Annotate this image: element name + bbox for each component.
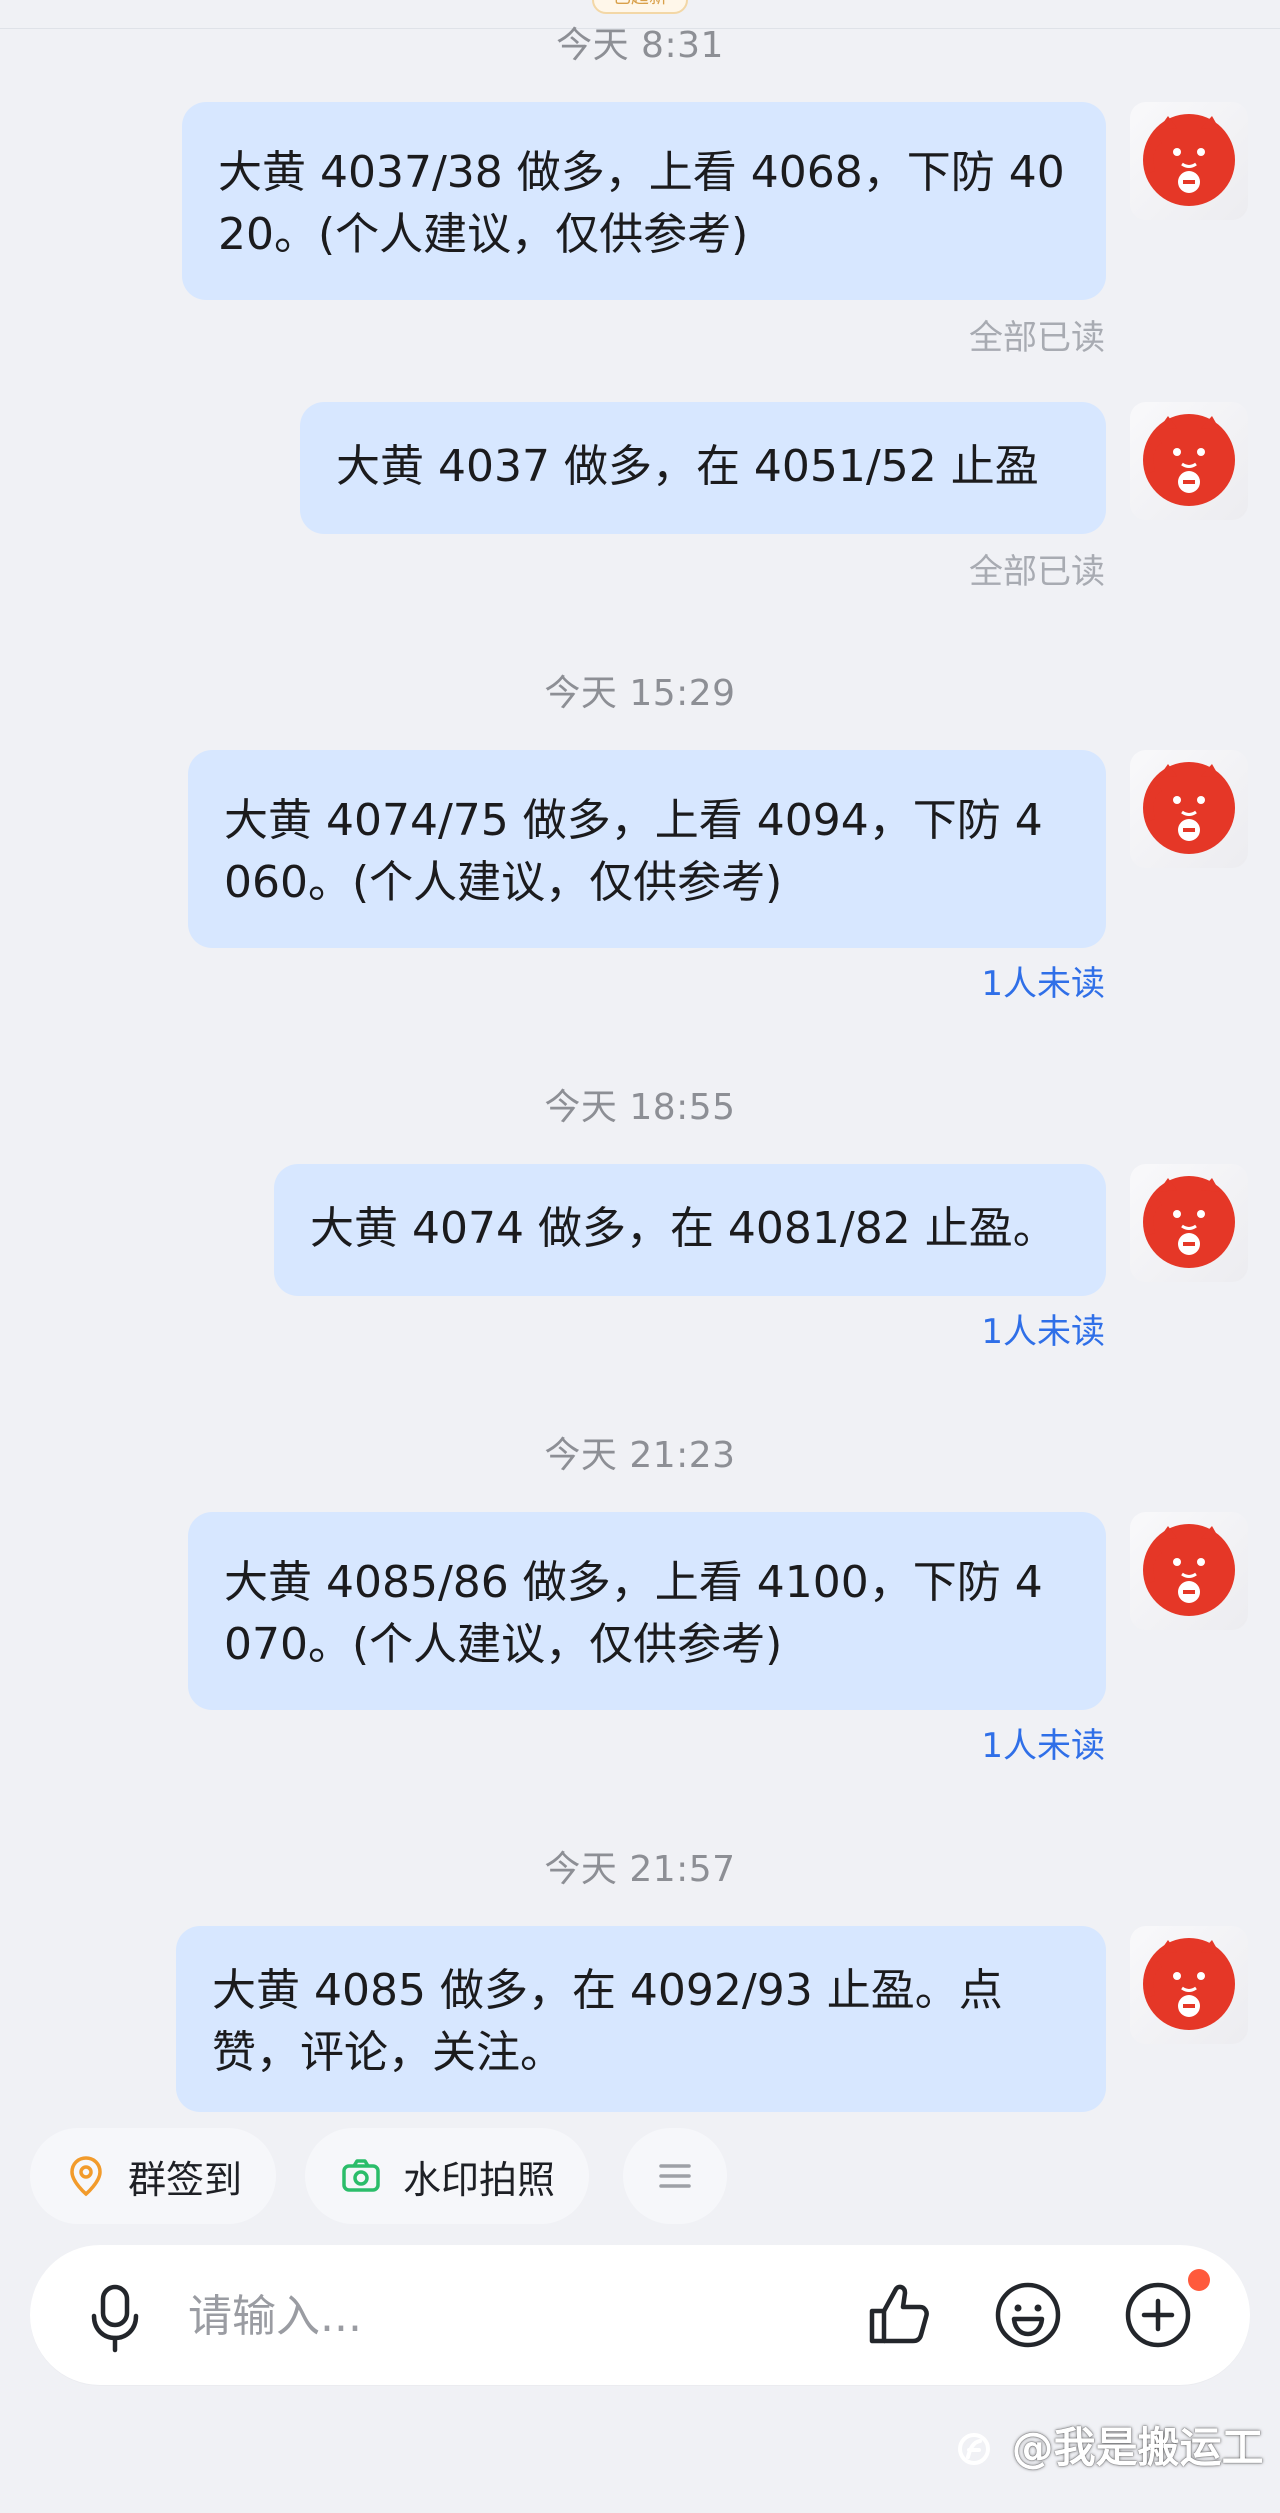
message-timestamp: 今天 18:55	[544, 1087, 736, 1128]
sender-avatar[interactable]	[1130, 1512, 1248, 1630]
watermark-photo-button[interactable]: 水印拍照	[305, 2128, 590, 2224]
watermark-text: @我是搬运工	[1011, 2423, 1264, 2472]
sender-avatar[interactable]	[1130, 402, 1248, 520]
message-bubble[interactable]: 大黄 4074/75 做多，上看 4094，下防 4060。(个人建议，仅供参考…	[188, 750, 1106, 948]
unread-status[interactable]: 1人未读	[981, 1312, 1105, 1352]
message-bubble[interactable]: 大黄 4085 做多，在 4092/93 止盈。点赞，评论，关注。	[176, 1926, 1106, 2112]
message-bubble[interactable]: 大黄 4074 做多，在 4081/82 止盈。	[274, 1164, 1106, 1296]
sender-avatar[interactable]	[1130, 102, 1248, 220]
plus-circle-icon[interactable]	[1122, 2279, 1194, 2351]
lucky-cat-avatar-icon	[1143, 114, 1235, 206]
sender-avatar[interactable]	[1130, 1926, 1248, 2044]
lucky-cat-avatar-icon	[1143, 1176, 1235, 1268]
message-bubble[interactable]: 大黄 4037/38 做多，上看 4068，下防 4020。(个人建议，仅供参考…	[182, 102, 1106, 300]
unread-status[interactable]: 1人未读	[981, 964, 1105, 1004]
notification-dot	[1188, 2269, 1210, 2291]
message-timestamp: 今天 21:23	[544, 1435, 736, 1476]
header-badge: 已超新	[592, 0, 688, 14]
lucky-cat-avatar-icon	[1143, 762, 1235, 854]
message-input[interactable]	[186, 2273, 850, 2359]
group-check-in-button[interactable]: 群签到	[30, 2128, 277, 2224]
microphone-icon[interactable]	[84, 2283, 146, 2353]
watermark: @我是搬运工	[955, 2414, 1264, 2475]
sender-avatar[interactable]	[1130, 1164, 1248, 1282]
location-pin-icon	[70, 2156, 102, 2197]
read-status: 全部已读	[969, 552, 1105, 592]
message-timestamp: 今天 15:29	[544, 673, 736, 714]
more-actions-button[interactable]	[623, 2128, 727, 2224]
emoji-icon[interactable]	[992, 2279, 1064, 2351]
read-status: 全部已读	[969, 318, 1105, 358]
message-bubble[interactable]: 大黄 4085/86 做多，上看 4100，下防 4070。(个人建议，仅供参考…	[188, 1512, 1106, 1710]
message-timestamp: 今天 21:57	[544, 1849, 736, 1890]
thumbs-up-icon[interactable]	[862, 2279, 934, 2351]
message-timestamp: 今天 8:31	[556, 25, 724, 66]
lucky-cat-avatar-icon	[1143, 1524, 1235, 1616]
message-composer	[30, 2245, 1250, 2385]
message-bubble[interactable]: 大黄 4037 做多，在 4051/52 止盈	[300, 402, 1106, 534]
group-check-in-label: 群签到	[128, 2157, 243, 2202]
lucky-cat-avatar-icon	[1143, 1938, 1235, 2030]
unread-status[interactable]: 1人未读	[981, 1726, 1105, 1766]
watermark-photo-label: 水印拍照	[403, 2157, 556, 2202]
sender-avatar[interactable]	[1130, 750, 1248, 868]
lucky-cat-avatar-icon	[1143, 414, 1235, 506]
brand-logo-icon	[958, 2433, 990, 2465]
menu-icon	[659, 2164, 691, 2188]
camera-icon	[342, 2159, 380, 2192]
quick-action-bar: 群签到 水印拍照	[0, 2120, 1280, 2230]
